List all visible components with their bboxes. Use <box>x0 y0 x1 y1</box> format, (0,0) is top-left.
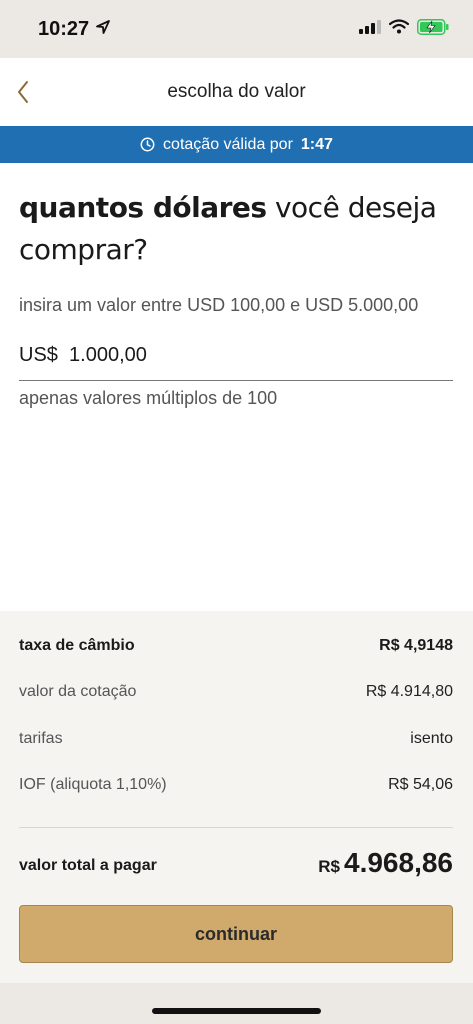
total-amount: 4.968,86 <box>344 847 453 878</box>
exchange-rate-label: taxa de câmbio <box>19 637 135 654</box>
header: escolha do valor <box>0 58 473 126</box>
status-time: 10:27 <box>38 17 90 40</box>
continue-button[interactable]: continuar <box>19 905 453 963</box>
range-hint: insira um valor entre USD 100,00 e USD 5… <box>19 295 419 315</box>
home-indicator[interactable] <box>152 1008 321 1014</box>
total-label: valor total a pagar <box>19 857 157 874</box>
page-title: escolha do valor <box>167 81 306 102</box>
status-time-group: 10:27 <box>38 18 111 41</box>
exchange-rate-row: taxa de câmbio R$ 4,9148 <box>19 637 453 655</box>
fees-row: tarifas isento <box>19 730 453 748</box>
quote-validity-banner: cotação válida por 1:47 <box>0 126 473 163</box>
home-indicator-area <box>0 983 473 1024</box>
quote-value-row: valor da cotação R$ 4.914,80 <box>19 683 453 701</box>
quote-value-label: valor da cotação <box>19 683 137 700</box>
usd-amount-input[interactable] <box>19 335 453 381</box>
fees-label: tarifas <box>19 730 63 747</box>
fees-value: isento <box>410 730 453 747</box>
screen: 10:27 escolha do valor cotação válida po… <box>0 0 473 1024</box>
multiples-hint: apenas valores múltiplos de 100 <box>19 388 278 408</box>
total-currency: R$ <box>318 857 340 876</box>
summary-panel: taxa de câmbio R$ 4,9148 valor da cotaçã… <box>0 611 473 983</box>
back-button[interactable] <box>16 78 40 106</box>
iof-row: IOF (aliquota 1,10%) R$ 54,06 <box>19 776 453 794</box>
battery-charging-icon <box>417 18 449 40</box>
status-bar: 10:27 <box>0 0 473 58</box>
amount-section: quantos dólares você deseja comprar? ins… <box>0 163 473 611</box>
amount-question: quantos dólares você deseja comprar? <box>19 187 459 271</box>
summary-divider <box>19 827 453 828</box>
total-row: valor total a pagar R$ 4.968,86 <box>19 847 453 879</box>
quote-validity-text: cotação válida por <box>163 135 293 153</box>
quote-countdown: 1:47 <box>300 135 333 153</box>
status-icons <box>359 18 449 40</box>
clock-icon <box>140 137 155 152</box>
chevron-left-icon <box>18 81 28 103</box>
iof-label: IOF (aliquota 1,10%) <box>19 776 167 793</box>
total-value: R$ 4.968,86 <box>318 847 453 879</box>
location-arrow-icon <box>95 18 111 41</box>
cellular-signal-icon <box>359 19 381 39</box>
question-emphasis: quantos dólares <box>19 191 267 224</box>
iof-value: R$ 54,06 <box>388 776 453 793</box>
exchange-rate-value: R$ 4,9148 <box>379 637 453 654</box>
wifi-icon <box>388 19 410 39</box>
quote-value-value: R$ 4.914,80 <box>365 683 453 700</box>
